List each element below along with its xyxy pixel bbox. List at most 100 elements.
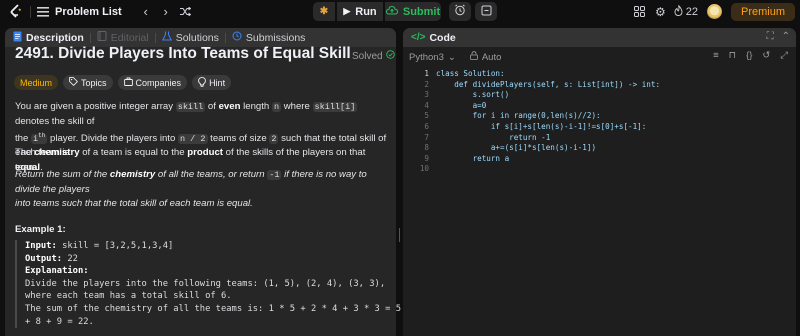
prev-problem-icon[interactable]: ‹ xyxy=(136,3,156,21)
explanation-line: Divide the players into the following te… xyxy=(25,278,386,289)
tab-submissions-label: Submissions xyxy=(245,31,306,44)
code-line: s.sort() xyxy=(436,90,510,100)
problem-list-link[interactable]: Problem List xyxy=(55,6,122,18)
submit-button[interactable]: Submit xyxy=(385,2,441,21)
text: the xyxy=(15,132,32,144)
code-tab-bar: </> Code xyxy=(403,28,796,47)
document-icon xyxy=(13,31,22,45)
braces-icon[interactable]: {} xyxy=(746,50,752,61)
line-number: 9 xyxy=(424,153,429,163)
flask-icon xyxy=(161,31,172,44)
tab-description[interactable]: Description xyxy=(13,31,84,45)
next-problem-icon[interactable]: › xyxy=(156,3,176,21)
code-line: def dividePlayers(self, s: List[int]) ->… xyxy=(436,79,661,89)
tab-code-label: Code xyxy=(429,31,456,44)
tab-editorial-label: Editorial xyxy=(110,31,149,44)
alarm-clock-icon xyxy=(454,4,466,19)
line-number: 4 xyxy=(424,100,429,110)
code-line: return -1 xyxy=(436,132,551,142)
fire-icon xyxy=(674,4,683,19)
bookmark-icon[interactable]: ⊓ xyxy=(729,50,736,61)
tab-code[interactable]: </> Code xyxy=(411,32,456,44)
tab-editorial[interactable]: Editorial xyxy=(97,31,149,44)
building-icon xyxy=(123,77,133,88)
inline-code: skill[i] xyxy=(312,102,358,112)
lightbulb-icon xyxy=(198,76,206,89)
line-number: 10 xyxy=(419,164,429,174)
output-value: 22 xyxy=(62,253,78,264)
inline-code: n / 2 xyxy=(177,133,208,144)
tab-solutions[interactable]: Solutions xyxy=(161,31,219,44)
line-number: 1 xyxy=(424,69,429,78)
check-circle-icon xyxy=(385,50,395,62)
hint-tag[interactable]: Hint xyxy=(192,75,232,90)
line-number: 7 xyxy=(424,132,429,142)
layout-grid-icon[interactable] xyxy=(633,6,645,17)
bold-text: chemistry xyxy=(34,147,80,158)
topics-tag[interactable]: Topics xyxy=(63,75,113,90)
code-line: for i in range(0,len(s)//2): xyxy=(436,111,601,121)
chevron-up-icon[interactable]: ⌃ xyxy=(782,31,790,42)
text: teams of size xyxy=(207,132,270,144)
code-panel-window-controls: ⛶ ⌃ xyxy=(767,31,790,42)
format-lines-icon[interactable]: ≡ xyxy=(713,50,719,61)
language-select[interactable]: Python3 ⌄ xyxy=(409,52,456,63)
book-icon xyxy=(97,31,107,44)
reset-icon[interactable]: ↺ xyxy=(762,50,770,61)
leetcode-logo[interactable] xyxy=(6,4,24,20)
tab-divider xyxy=(89,32,91,43)
notes-button[interactable] xyxy=(475,2,497,21)
tab-submissions[interactable]: Submissions xyxy=(232,31,306,44)
explanation-line: The sum of the chemistry of all the team… xyxy=(25,303,402,314)
inline-code: ith xyxy=(31,132,48,144)
text: length xyxy=(240,101,272,112)
run-button[interactable]: ▶ Run xyxy=(337,2,383,21)
panel-resize-handle[interactable] xyxy=(397,28,402,336)
autosave-indicator[interactable]: Auto xyxy=(469,51,501,63)
superscript: th xyxy=(38,132,46,139)
companies-label: Companies xyxy=(135,77,182,88)
italic-text: Return the sum of the xyxy=(15,169,110,180)
italic-text: of all the teams, or return xyxy=(155,169,268,180)
premium-button[interactable]: Premium xyxy=(730,2,795,21)
timer-button[interactable] xyxy=(449,2,471,21)
tab-divider xyxy=(224,32,226,43)
bold-italic-text: chemistry xyxy=(109,169,156,180)
history-icon xyxy=(232,31,242,44)
difficulty-badge: Medium xyxy=(14,75,59,90)
problem-title: 2491. Divide Players Into Teams of Equal… xyxy=(15,45,351,62)
explanation-line: where each team has a total skill of 6. xyxy=(25,291,232,302)
editor-toolbar: Python3 ⌄ Auto xyxy=(409,50,501,64)
code-panel: </> Code ⛶ ⌃ Python3 ⌄ Auto ≡ ⊓ {} ↺ ⤢ 1… xyxy=(403,28,796,336)
code-line: a=0 xyxy=(436,100,487,110)
text: You are given a positive integer array xyxy=(15,101,176,112)
submit-label: Submit xyxy=(402,5,441,18)
topics-label: Topics xyxy=(81,77,107,88)
text: denotes the skill of xyxy=(15,115,95,127)
inline-code: -1 xyxy=(267,170,282,180)
italic-text: into teams such that the total skill of … xyxy=(15,198,253,209)
tab-divider xyxy=(154,32,156,43)
code-line: return a xyxy=(436,153,510,163)
user-avatar[interactable] xyxy=(706,4,722,19)
streak-count: 22 xyxy=(685,5,698,18)
line-number: 2 xyxy=(424,79,429,89)
explanation-line: + 8 + 9 = 22. xyxy=(25,316,94,327)
shuffle-icon[interactable] xyxy=(176,3,196,21)
debug-button[interactable]: ✱ xyxy=(313,2,335,21)
expand-icon[interactable]: ⤢ xyxy=(780,50,788,61)
run-label: Run xyxy=(355,5,377,18)
settings-gear-icon[interactable]: ⚙ xyxy=(655,5,666,19)
editor-actions: ≡ ⊓ {} ↺ ⤢ xyxy=(713,50,788,61)
streak-counter[interactable]: 22 xyxy=(674,4,698,19)
example-block: Input: skill = [3,2,5,1,3,4] Output: 22 … xyxy=(15,240,401,329)
companies-tag[interactable]: Companies xyxy=(117,75,188,90)
line-number: 5 xyxy=(424,111,429,121)
maximize-icon[interactable]: ⛶ xyxy=(767,31,774,42)
note-icon xyxy=(481,5,492,19)
lock-icon xyxy=(469,51,478,63)
hint-label: Hint xyxy=(209,77,226,88)
tab-description-label: Description xyxy=(26,31,84,44)
explanation-label: Explanation: xyxy=(25,266,89,277)
problem-list-icon[interactable] xyxy=(37,6,49,17)
